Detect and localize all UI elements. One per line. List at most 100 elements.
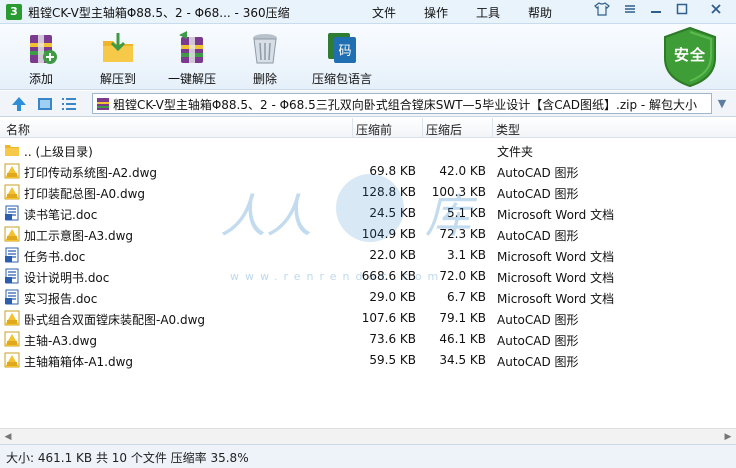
file-size-before: 22.0 KB xyxy=(369,248,416,262)
trash-icon xyxy=(246,29,284,67)
file-size-after: 72.3 KB xyxy=(439,227,486,241)
file-size-after: 5.1 KB xyxy=(447,206,486,220)
menu-tools[interactable]: 工具 xyxy=(476,4,500,21)
file-row[interactable]: 打印装配总图-A0.dwg 128.8 KB 100.3 KB AutoCAD 图形 xyxy=(0,182,736,203)
file-row[interactable]: 读书笔记.doc 24.5 KB 5.1 KB Microsoft Word 文档 xyxy=(0,203,736,224)
file-size-after: 34.5 KB xyxy=(439,353,486,367)
file-size-before: 73.6 KB xyxy=(369,332,416,346)
file-row[interactable]: 任务书.doc 22.0 KB 3.1 KB Microsoft Word 文档 xyxy=(0,245,736,266)
file-type: AutoCAD 图形 xyxy=(497,334,579,348)
file-size-after: 6.7 KB xyxy=(447,290,486,304)
add-button[interactable]: 添加 xyxy=(16,29,66,87)
file-name: 主轴-A3.dwg xyxy=(24,334,98,348)
delete-label: 删除 xyxy=(252,72,277,86)
file-size-before: 69.8 KB xyxy=(369,164,416,178)
one-click-extract-button[interactable]: 一键解压 xyxy=(164,29,220,87)
column-header: 名称 压缩前 压缩后 类型 xyxy=(0,118,736,138)
title-bar: 3 粗镗CK-V型主轴箱Φ88.5、2 - Φ68... - 360压缩 文件 … xyxy=(0,0,736,24)
column-divider[interactable] xyxy=(492,118,493,138)
thumbnail-view-icon[interactable] xyxy=(36,95,54,113)
file-row[interactable]: 打印传动系统图-A2.dwg 69.8 KB 42.0 KB AutoCAD 图形 xyxy=(0,161,736,182)
menu-file[interactable]: 文件 xyxy=(372,4,396,21)
file-row[interactable]: 实习报告.doc 29.0 KB 6.7 KB Microsoft Word 文档 xyxy=(0,287,736,308)
file-type: AutoCAD 图形 xyxy=(497,187,579,201)
status-bar: 大小: 461.1 KB 共 10 个文件 压缩率 35.8% xyxy=(0,444,736,468)
file-name: 任务书.doc xyxy=(24,250,86,264)
autocad-file-icon xyxy=(4,352,20,368)
file-name: 设计说明书.doc xyxy=(24,271,110,285)
autocad-file-icon xyxy=(4,331,20,347)
menu-dropdown-icon[interactable] xyxy=(618,2,642,22)
file-size-after: 72.0 KB xyxy=(439,269,486,283)
column-divider[interactable] xyxy=(352,118,353,138)
file-row[interactable]: 主轴箱箱体-A1.dwg 59.5 KB 34.5 KB AutoCAD 图形 xyxy=(0,350,736,371)
window-title: 粗镗CK-V型主轴箱Φ88.5、2 - Φ68... - 360压缩 xyxy=(28,6,290,20)
skin-shirt-icon[interactable] xyxy=(590,2,614,22)
file-type: Microsoft Word 文档 xyxy=(497,292,615,306)
file-name: 加工示意图-A3.dwg xyxy=(24,229,134,243)
zip-file-icon xyxy=(96,97,110,111)
file-size-after: 46.1 KB xyxy=(439,332,486,346)
path-text: 粗镗CK-V型主轴箱Φ88.5、2 - Φ68.5三孔双向卧式组合镗床SWT—5… xyxy=(113,98,698,112)
word-doc-icon xyxy=(4,268,20,284)
file-size-after: 79.1 KB xyxy=(439,311,486,325)
file-name: 读书笔记.doc xyxy=(24,208,98,222)
file-size-after: 3.1 KB xyxy=(447,248,486,262)
file-row[interactable]: 加工示意图-A3.dwg 104.9 KB 72.3 KB AutoCAD 图形 xyxy=(0,224,736,245)
status-text: 大小: 461.1 KB 共 10 个文件 压缩率 35.8% xyxy=(6,451,249,465)
file-size-before: 104.9 KB xyxy=(361,227,416,241)
list-view-icon[interactable] xyxy=(60,95,78,113)
extract-to-button[interactable]: 解压到 xyxy=(93,29,143,87)
extract-to-icon xyxy=(99,29,137,67)
one-click-extract-label: 一键解压 xyxy=(167,72,216,86)
file-size-after: 100.3 KB xyxy=(431,185,486,199)
chevron-down-icon[interactable]: ▼ xyxy=(712,93,732,114)
word-doc-icon xyxy=(4,247,20,263)
file-type: AutoCAD 图形 xyxy=(497,355,579,369)
delete-button[interactable]: 删除 xyxy=(240,29,290,87)
file-name: .. (上级目录) xyxy=(24,145,93,159)
file-type: AutoCAD 图形 xyxy=(497,229,579,243)
maximize-icon[interactable] xyxy=(670,2,694,22)
scroll-left-icon[interactable]: ◀ xyxy=(0,429,16,445)
column-compressed-after[interactable]: 压缩后 xyxy=(426,121,462,138)
autocad-file-icon xyxy=(4,226,20,242)
path-field[interactable]: 粗镗CK-V型主轴箱Φ88.5、2 - Φ68.5三孔双向卧式组合镗床SWT—5… xyxy=(92,93,712,114)
folder-icon xyxy=(4,142,20,158)
column-type[interactable]: 类型 xyxy=(496,121,520,138)
file-row[interactable]: 设计说明书.doc 668.6 KB 72.0 KB Microsoft Word 文… xyxy=(0,266,736,287)
file-type: Microsoft Word 文档 xyxy=(497,271,615,285)
file-list: .. (上级目录) 文件夹打印传动系统图-A2.dwg 69.8 KB 42.0 KB… xyxy=(0,139,736,428)
one-click-extract-icon xyxy=(173,29,211,67)
file-size-before: 107.6 KB xyxy=(361,311,416,325)
up-arrow-icon[interactable] xyxy=(10,95,28,113)
file-row[interactable]: .. (上级目录) 文件夹 xyxy=(0,140,736,161)
menu-help[interactable]: 帮助 xyxy=(528,4,552,21)
minimize-icon[interactable] xyxy=(644,2,668,22)
menu-operate[interactable]: 操作 xyxy=(424,4,448,21)
file-size-before: 24.5 KB xyxy=(369,206,416,220)
autocad-file-icon xyxy=(4,310,20,326)
autocad-file-icon xyxy=(4,184,20,200)
file-row[interactable]: 主轴-A3.dwg 73.6 KB 46.1 KB AutoCAD 图形 xyxy=(0,329,736,350)
file-name: 主轴箱箱体-A1.dwg xyxy=(24,355,134,369)
file-name: 打印传动系统图-A2.dwg xyxy=(24,166,158,180)
word-doc-icon xyxy=(4,289,20,305)
file-size-after: 42.0 KB xyxy=(439,164,486,178)
file-type: AutoCAD 图形 xyxy=(497,166,579,180)
file-type: Microsoft Word 文档 xyxy=(497,208,615,222)
horizontal-scrollbar[interactable]: ◀ ▶ xyxy=(0,428,736,444)
close-icon[interactable] xyxy=(704,2,728,22)
file-name: 实习报告.doc xyxy=(24,292,98,306)
file-type: AutoCAD 图形 xyxy=(497,313,579,327)
archive-language-button[interactable]: 码 压缩包语言 xyxy=(308,29,376,87)
file-row[interactable]: 卧式组合双面镗床装配图-A0.dwg 107.6 KB 79.1 KB AutoCAD… xyxy=(0,308,736,329)
security-shield[interactable]: 安全 xyxy=(661,26,719,88)
add-label: 添加 xyxy=(28,72,53,86)
file-size-before: 128.8 KB xyxy=(361,185,416,199)
svg-text:码: 码 xyxy=(338,44,351,59)
column-compressed-before[interactable]: 压缩前 xyxy=(356,121,392,138)
column-divider[interactable] xyxy=(422,118,423,138)
column-name[interactable]: 名称 xyxy=(6,121,30,138)
scroll-right-icon[interactable]: ▶ xyxy=(720,429,736,445)
